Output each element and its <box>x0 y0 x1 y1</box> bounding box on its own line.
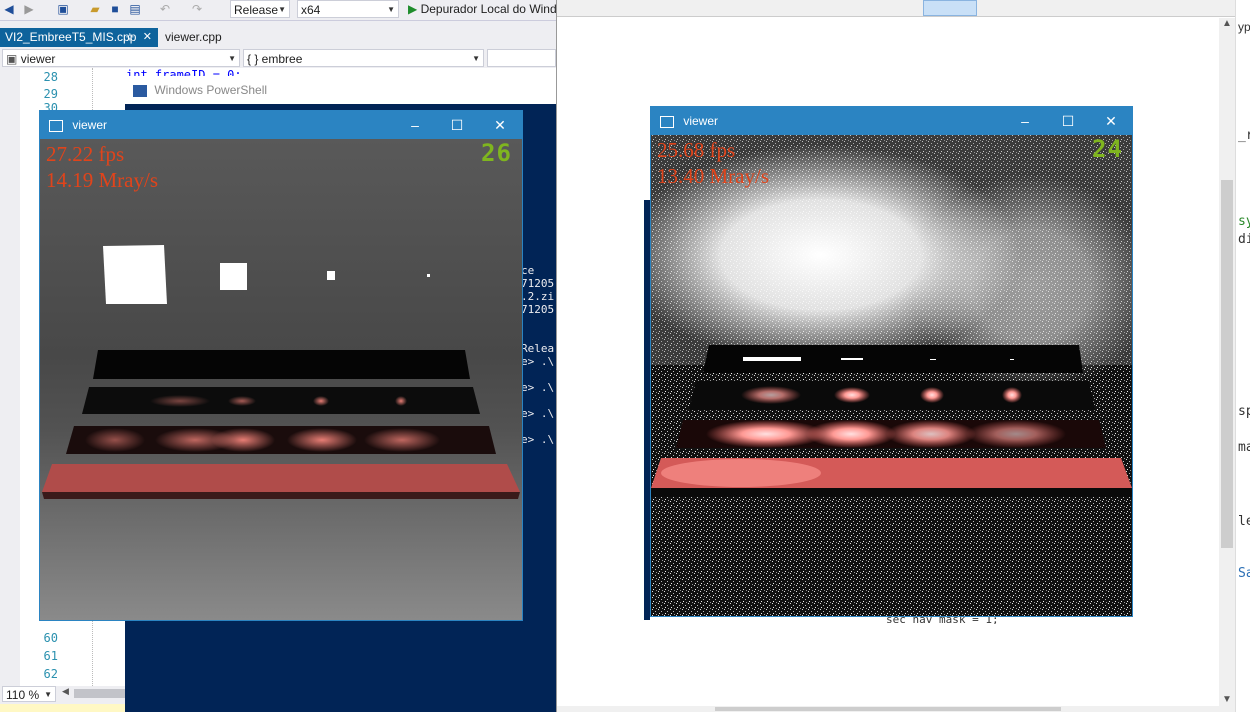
minimize-icon[interactable]: – <box>1005 107 1045 135</box>
console-line: e> .\ <box>521 381 555 394</box>
code-line: sec nav mask = 1; <box>886 616 999 624</box>
pin-icon[interactable]: ⊹ <box>126 28 134 47</box>
render-canvas[interactable]: 25.68 fps 13.40 Mray/s 24 <box>651 135 1132 616</box>
powershell-icon <box>133 84 147 97</box>
file-icon: ▣ <box>6 52 18 66</box>
vs-navigation-bar: ▣ viewer ▼ { } embree ▼ <box>0 48 556 68</box>
scroll-thumb[interactable] <box>1221 180 1233 548</box>
powershell-title: Windows PowerShell <box>154 83 268 97</box>
close-icon[interactable]: ✕ <box>143 28 152 47</box>
save-icon[interactable]: ■ <box>108 2 122 16</box>
namespace-select[interactable]: { } embree ▼ <box>243 49 484 67</box>
close-icon[interactable]: ✕ <box>1091 107 1131 135</box>
right-toolbar <box>557 0 1250 17</box>
play-icon: ▶ <box>408 2 418 16</box>
viewer-window-left[interactable]: viewer – ☐ ✕ 27.22 fps 14.19 Mray/s 26 <box>39 110 523 621</box>
partial-code: sy <box>1238 214 1250 229</box>
console-line: e> .\ <box>521 407 555 420</box>
window-icon <box>660 115 674 128</box>
render-image <box>651 135 1132 616</box>
line-number: 62 <box>43 667 58 681</box>
vs-document-tabs: VI2_EmbreeT5_MIS.cpp ⊹ ✕ viewer.cpp <box>0 28 556 47</box>
chevron-down-icon: ▼ <box>387 5 395 14</box>
viewer-title: viewer <box>72 118 108 132</box>
viewer-title: viewer <box>683 114 719 128</box>
scroll-thumb[interactable] <box>715 707 1061 711</box>
partial-code: _ra <box>1238 128 1250 143</box>
undo-icon[interactable]: ↶ <box>158 2 172 16</box>
horizontal-scrollbar[interactable] <box>74 689 126 698</box>
zoom-select[interactable]: 110 % ▼ <box>2 686 56 702</box>
console-line: 71205 <box>521 303 555 316</box>
scroll-up-icon[interactable]: ▲ <box>1222 18 1232 29</box>
partial-code: Sar <box>1238 566 1250 581</box>
tab-label: VI2_EmbreeT5_MIS.cpp <box>5 30 137 44</box>
chevron-down-icon: ▼ <box>44 690 52 699</box>
member-select[interactable] <box>487 49 556 67</box>
platform-value: x64 <box>301 3 321 17</box>
tab-vi2-embree[interactable]: VI2_EmbreeT5_MIS.cpp ⊹ ✕ <box>0 28 158 47</box>
viewer-window-right[interactable]: viewer – ☐ ✕ 25.68 fps 13.40 Mray/s 24 <box>650 106 1133 617</box>
frame-counter: 24 <box>1092 135 1123 163</box>
back-icon[interactable]: ◀ <box>2 2 16 16</box>
mrays-readout: 13.40 Mray/s <box>657 164 769 188</box>
vs-toolbar: ◀ ▶ ▣ ▰ ■ ▤ ↶ ↷ Release ▼ x64 ▼ ▶ Depurado… <box>0 0 556 21</box>
tab-label: viewer.cpp <box>165 30 222 44</box>
scope-value: viewer <box>20 52 56 66</box>
console-line: e> .\ <box>521 355 555 368</box>
viewer-titlebar: viewer – ☐ ✕ <box>651 107 1132 135</box>
configuration-select[interactable]: Release ▼ <box>230 0 290 18</box>
namespace-value: { } embree <box>247 52 303 66</box>
maximize-icon[interactable]: ☐ <box>1048 107 1088 135</box>
maximize-icon[interactable]: ☐ <box>437 111 477 139</box>
chevron-down-icon: ▼ <box>278 5 286 14</box>
viewer-titlebar: viewer – ☐ ✕ <box>40 111 522 139</box>
editor-margin <box>0 68 20 686</box>
tab-viewer-cpp[interactable]: viewer.cpp <box>160 28 240 47</box>
powershell-titlebar: Windows PowerShell <box>125 76 556 104</box>
configuration-value: Release <box>234 3 279 17</box>
partial-code: spe <box>1238 404 1250 419</box>
scope-select[interactable]: ▣ viewer ▼ <box>2 49 240 67</box>
open-folder-icon[interactable]: ▰ <box>88 2 102 16</box>
chevron-down-icon: ▼ <box>472 54 480 63</box>
forward-icon[interactable]: ▶ <box>22 2 36 16</box>
zoom-value: 110 % <box>6 688 40 702</box>
mrays-readout: 14.19 Mray/s <box>46 168 158 192</box>
minimize-icon[interactable]: – <box>395 111 435 139</box>
scroll-left-icon[interactable]: ◀ <box>62 686 69 697</box>
partial-code: lec <box>1238 514 1250 529</box>
frame-counter: 26 <box>481 139 512 167</box>
code-peek: sec nav mask = 1; <box>650 616 1132 624</box>
partial-code: ma <box>1238 440 1250 455</box>
fps-readout: 27.22 fps <box>46 142 125 166</box>
scroll-down-icon[interactable]: ▼ <box>1222 694 1232 705</box>
horizontal-scrollbar[interactable] <box>557 706 1250 712</box>
console-line: .2.zi <box>521 290 555 303</box>
console-line: e> .\ <box>521 433 555 446</box>
close-icon[interactable]: ✕ <box>480 111 520 139</box>
debugger-label: Depurador Local do Windows <box>420 2 556 16</box>
redo-icon[interactable]: ↷ <box>190 2 204 16</box>
line-number: 28 <box>43 70 58 84</box>
fps-readout: 25.68 fps <box>657 138 736 162</box>
partial-code: ypo <box>1238 20 1250 34</box>
line-number: 60 <box>43 631 58 645</box>
partial-code: di <box>1238 232 1250 247</box>
selected-tool-button[interactable] <box>923 0 977 16</box>
line-number: 61 <box>43 649 58 663</box>
console-line: Relea <box>521 342 555 355</box>
status-bar-strip <box>0 704 126 712</box>
save-all-icon[interactable]: ▤ <box>128 2 142 16</box>
render-canvas[interactable]: 27.22 fps 14.19 Mray/s 26 <box>40 139 522 620</box>
line-number: 29 <box>43 87 58 101</box>
render-image <box>40 139 522 620</box>
console-line: 71205 <box>521 277 555 290</box>
new-project-icon[interactable]: ▣ <box>56 2 70 16</box>
chevron-down-icon: ▼ <box>228 54 236 63</box>
platform-select[interactable]: x64 ▼ <box>297 0 399 18</box>
window-icon <box>49 119 63 132</box>
right-edge-panel <box>1235 0 1250 712</box>
start-debugging-button[interactable]: ▶ Depurador Local do Windows <box>408 0 556 18</box>
